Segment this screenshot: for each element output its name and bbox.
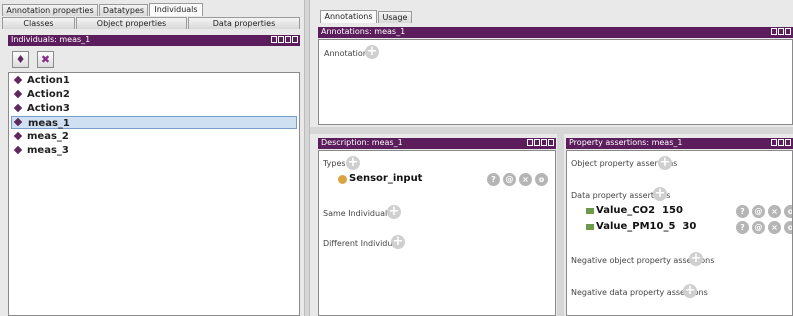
- view-controls: [527, 139, 554, 146]
- data-property-name: Value_CO2: [596, 205, 656, 216]
- edit-button[interactable]: o: [535, 173, 548, 186]
- individuals-list: Action1 Action2 Action3 meas_1 meas_2 me…: [8, 72, 300, 316]
- list-item-action1[interactable]: Action1: [11, 74, 297, 87]
- horizontal-splitter[interactable]: [310, 127, 793, 134]
- type-value: Sensor_input: [349, 173, 423, 184]
- tab-classes[interactable]: Classes: [2, 17, 75, 29]
- tab-annotation-properties[interactable]: Annotation properties: [2, 4, 98, 16]
- tab-datatypes[interactable]: Datatypes: [99, 4, 148, 16]
- list-item-action2[interactable]: Action2: [11, 88, 297, 101]
- list-item-meas-3[interactable]: meas_3: [11, 144, 297, 157]
- add-same-individual-button[interactable]: +: [387, 205, 401, 219]
- pin-icon[interactable]: [771, 28, 777, 35]
- annotate-button[interactable]: @: [752, 205, 765, 218]
- add-individual-icon: ♦: [15, 53, 26, 66]
- add-negative-data-property-button[interactable]: +: [683, 284, 697, 298]
- annotate-button[interactable]: @: [503, 173, 516, 186]
- tab-object-properties[interactable]: Object properties: [76, 17, 187, 29]
- list-item-meas-2[interactable]: meas_2: [11, 130, 297, 143]
- info-button[interactable]: ?: [487, 173, 500, 186]
- view-controls: [771, 28, 791, 35]
- class-icon: [338, 175, 347, 184]
- property-assertions-panel: Object property assertions + Data proper…: [566, 150, 793, 316]
- data-assertion-row: Value_PM10_5 30: [596, 221, 696, 233]
- list-item-label: Action1: [27, 75, 70, 86]
- add-negative-object-property-button[interactable]: +: [689, 252, 703, 266]
- individuals-header: Individuals: meas_1: [8, 35, 300, 46]
- maximize-icon[interactable]: [541, 139, 547, 146]
- add-data-property-button[interactable]: +: [653, 187, 667, 201]
- data-property-value: 150: [662, 205, 683, 216]
- individual-icon: [13, 145, 23, 155]
- minimize-icon[interactable]: [778, 139, 784, 146]
- individual-icon: [13, 103, 23, 113]
- view-controls: [771, 139, 791, 146]
- minimize-icon[interactable]: [778, 28, 784, 35]
- pin-icon[interactable]: [527, 139, 533, 146]
- list-item-label: meas_2: [27, 131, 69, 142]
- view-controls: [271, 36, 298, 43]
- list-item-meas-1[interactable]: meas_1: [11, 116, 297, 129]
- property-assertions-header: Property assertions: meas_1: [566, 138, 793, 149]
- data-property-value: 30: [682, 221, 697, 232]
- individual-icon: [13, 131, 23, 141]
- add-annotation-button[interactable]: +: [365, 45, 379, 59]
- tab-individuals[interactable]: Individuals: [149, 3, 203, 16]
- data-property-icon: [586, 208, 594, 214]
- types-label: Types: [323, 159, 346, 168]
- info-button[interactable]: ?: [736, 205, 749, 218]
- data-assertion-row: Value_CO2 150: [596, 205, 683, 217]
- vertical-splitter-2[interactable]: [557, 134, 564, 316]
- description-header-title: Description: meas_1: [321, 138, 403, 147]
- delete-individual-icon: ✖: [40, 53, 51, 66]
- maximize-icon[interactable]: [285, 36, 291, 43]
- data-property-name: Value_PM10_5: [596, 221, 676, 232]
- description-header: Description: meas_1: [318, 138, 556, 149]
- minimize-icon[interactable]: [534, 139, 540, 146]
- property-assertions-header-title: Property assertions: meas_1: [569, 138, 683, 147]
- pin-icon[interactable]: [271, 36, 277, 43]
- delete-button[interactable]: ×: [768, 221, 781, 234]
- maximize-icon[interactable]: [785, 28, 791, 35]
- individual-icon: [13, 117, 23, 127]
- close-icon[interactable]: [292, 36, 298, 43]
- list-item-action3[interactable]: Action3: [11, 102, 297, 115]
- vertical-splitter[interactable]: [304, 0, 310, 316]
- individual-icon: [13, 89, 23, 99]
- annotate-button[interactable]: @: [752, 221, 765, 234]
- edit-button[interactable]: o: [784, 221, 792, 234]
- minimize-icon[interactable]: [278, 36, 284, 43]
- list-item-label: Action2: [27, 89, 70, 100]
- annotations-panel: Annotations +: [318, 39, 793, 125]
- individuals-header-title: Individuals: meas_1: [11, 35, 91, 44]
- delete-individual-button[interactable]: ✖: [37, 51, 54, 68]
- edit-button[interactable]: o: [784, 205, 792, 218]
- add-individual-button[interactable]: ♦: [12, 51, 29, 68]
- description-panel: Types + Sensor_input ? @ × o Same Indivi…: [318, 150, 556, 316]
- individual-icon: [13, 75, 23, 85]
- tab-data-properties[interactable]: Data properties: [188, 17, 300, 29]
- pin-icon[interactable]: [771, 139, 777, 146]
- info-button[interactable]: ?: [736, 221, 749, 234]
- list-item-label: meas_3: [27, 145, 69, 156]
- delete-button[interactable]: ×: [519, 173, 532, 186]
- add-different-individual-button[interactable]: +: [391, 235, 405, 249]
- data-property-icon: [586, 224, 594, 230]
- close-icon[interactable]: [548, 139, 554, 146]
- maximize-icon[interactable]: [785, 139, 791, 146]
- add-object-property-button[interactable]: +: [658, 156, 672, 170]
- annotations-header-title: Annotations: meas_1: [321, 27, 406, 36]
- tab-usage[interactable]: Usage: [378, 11, 412, 23]
- annotations-header: Annotations: meas_1: [318, 27, 793, 38]
- list-item-label: meas_1: [28, 118, 70, 129]
- list-item-label: Action3: [27, 103, 70, 114]
- tab-annotations[interactable]: Annotations: [320, 10, 377, 23]
- delete-button[interactable]: ×: [768, 205, 781, 218]
- add-type-button[interactable]: +: [346, 156, 360, 170]
